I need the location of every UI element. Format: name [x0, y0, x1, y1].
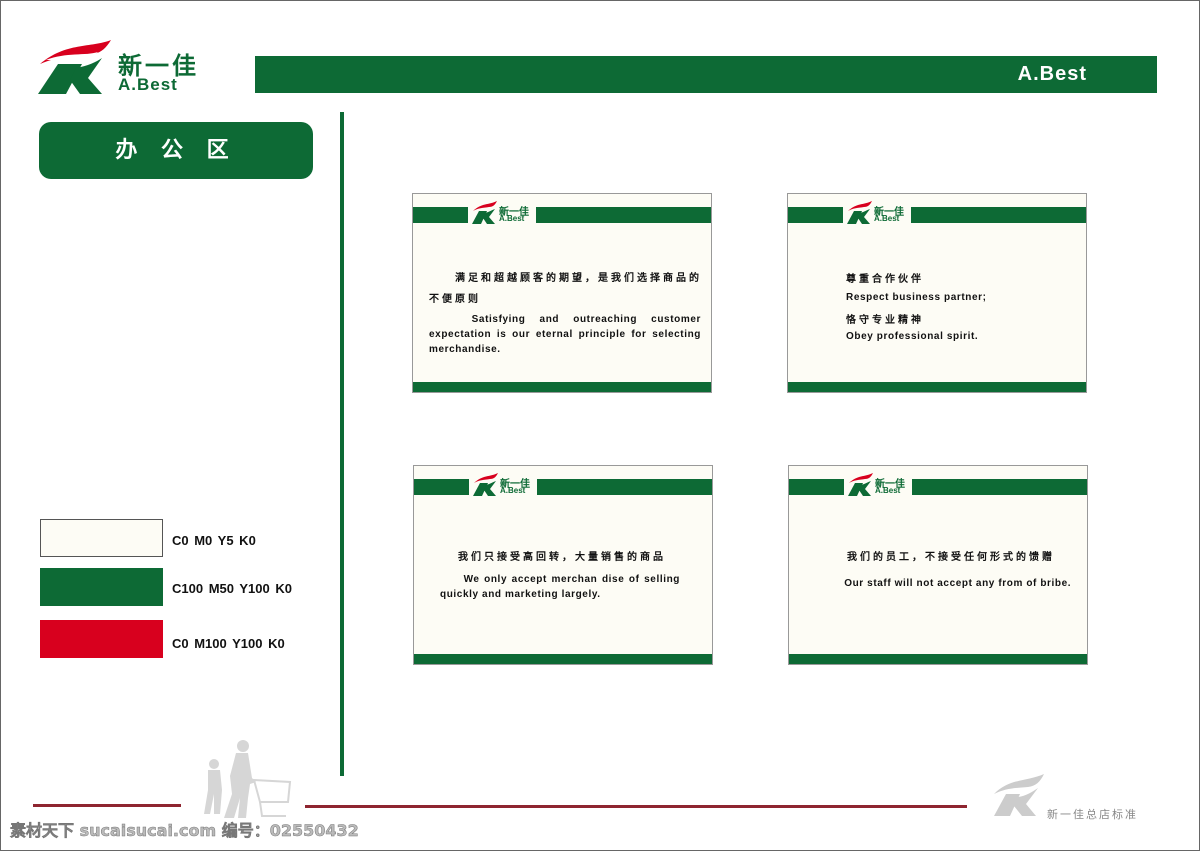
- card-bar: [788, 207, 843, 223]
- card-text-en: Obey professional spirit.: [846, 331, 979, 342]
- card-bar: [789, 479, 844, 495]
- swatch-label-cream: C0 M0 Y5 K0: [172, 533, 256, 548]
- swatch-red: [40, 620, 163, 658]
- watermark-text: 素材天下 sucaisucai.com 编号：02550432: [10, 821, 359, 841]
- card-bottom-bar: [414, 654, 712, 664]
- header-bar-label: A.Best: [1017, 63, 1087, 85]
- card-text-cn: 尊重合作伙伴: [846, 274, 924, 285]
- card-brand-en: A.Best: [499, 214, 525, 223]
- vertical-divider: [340, 112, 344, 776]
- card-text-en: Respect business partner;: [846, 292, 987, 303]
- card-text-cn: 我们只接受高回转，大量销售的商品: [458, 552, 666, 563]
- sign-card: 新一佳 A.Best 尊重合作伙伴 Respect business partn…: [787, 193, 1087, 393]
- card-bottom-bar: [789, 654, 1087, 664]
- card-bottom-bar: [413, 382, 711, 392]
- card-text-en: Satisfying and outreaching customer expe…: [429, 314, 701, 355]
- card-bar: [413, 207, 468, 223]
- footer-line-right: [305, 805, 967, 808]
- card-bar: [414, 479, 469, 495]
- card-bar: [536, 207, 711, 223]
- card-brand-en: A.Best: [500, 486, 526, 495]
- sign-card: 新一佳 A.Best 我们只接受高回转，大量销售的商品 We only acce…: [413, 465, 713, 665]
- card-text-en: We only accept merchan dise of selling q…: [440, 574, 680, 600]
- card-bar: [912, 479, 1087, 495]
- card-text-cn: 我们的员工，不接受任何形式的馈赠: [847, 552, 1055, 563]
- card-brand-en: A.Best: [875, 486, 901, 495]
- brand-name-en: A.Best: [118, 75, 178, 94]
- swatch-cream: [40, 519, 163, 557]
- footer-logo-icon: [994, 774, 1044, 816]
- swatch-label-green: C100 M50 Y100 K0: [172, 581, 292, 596]
- footer-line-left: [33, 804, 181, 807]
- footer-standard-label: 新一佳总店标准: [1047, 808, 1138, 821]
- swatch-label-red: C0 M100 Y100 K0: [172, 636, 285, 651]
- card-bottom-bar: [788, 382, 1086, 392]
- swatch-green: [40, 568, 163, 606]
- card-text-en: Our staff will not accept any from of br…: [823, 578, 1072, 589]
- card-text-cn: 恪守专业精神: [846, 315, 924, 326]
- area-title: 办 公 区: [39, 122, 313, 179]
- sign-card: 新一佳 A.Best 满足和超越顾客的期望，是我们选择商品的不便原则 Satis…: [412, 193, 712, 393]
- header-bar: A.Best: [255, 56, 1157, 93]
- sign-card: 新一佳 A.Best 我们的员工，不接受任何形式的馈赠 Our staff wi…: [788, 465, 1088, 665]
- card-brand-en: A.Best: [874, 214, 900, 223]
- card-bar: [537, 479, 712, 495]
- card-text-cn: 满足和超越顾客的期望，是我们选择商品的不便原则: [429, 273, 702, 305]
- shoppers-silhouette-icon: [204, 740, 292, 818]
- card-bar: [911, 207, 1086, 223]
